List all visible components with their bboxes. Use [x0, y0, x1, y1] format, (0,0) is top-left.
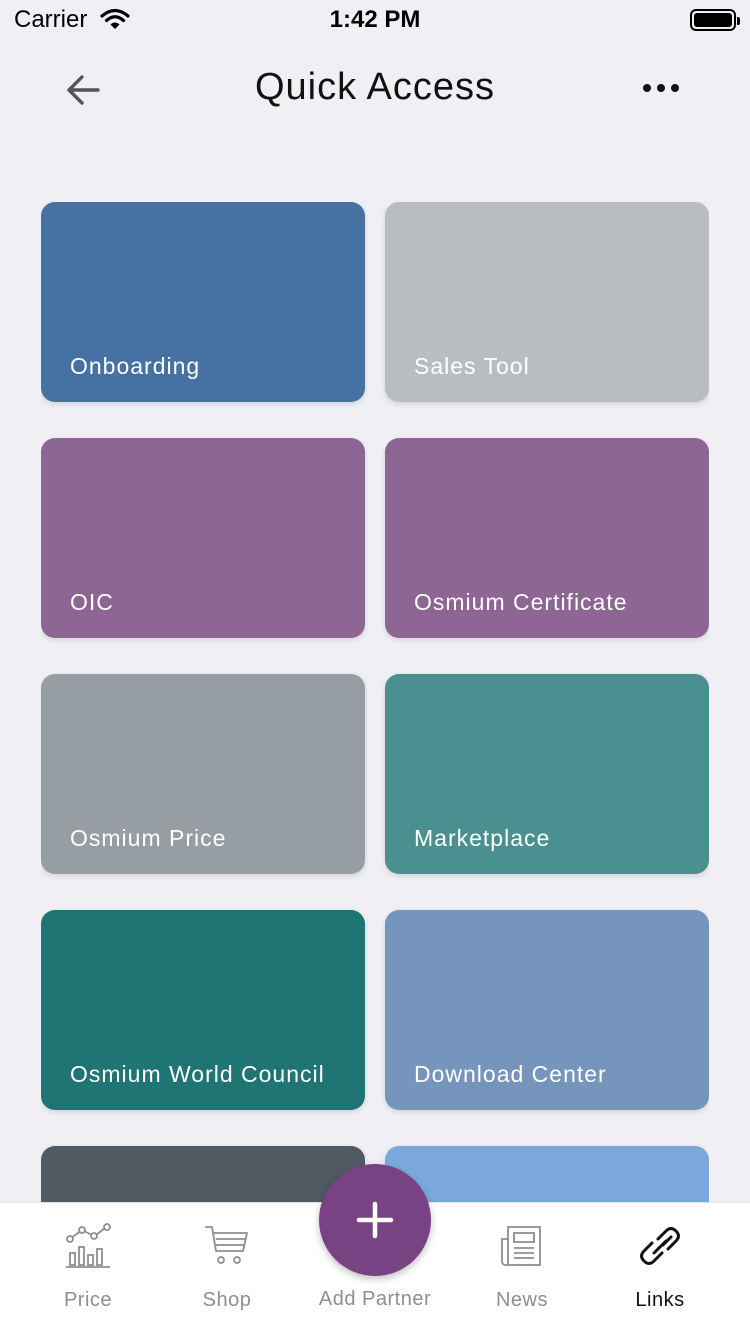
- tile-oic[interactable]: OIC: [41, 438, 365, 638]
- more-horizontal-icon: [643, 84, 679, 92]
- tile-sales-tool[interactable]: Sales Tool: [385, 202, 709, 402]
- tab-shop[interactable]: Shop: [152, 1203, 302, 1334]
- plus-icon: [355, 1200, 395, 1245]
- tab-label-shop: Shop: [202, 1289, 252, 1311]
- quick-access-grid: Onboarding Sales Tool OIC Osmium Certifi…: [41, 202, 709, 1202]
- status-bar: Carrier 1:42 PM: [0, 0, 750, 40]
- more-options-button[interactable]: [638, 76, 684, 100]
- status-time: 1:42 PM: [329, 6, 421, 33]
- tile-download-center[interactable]: Download Center: [385, 910, 709, 1110]
- tile-label: Sales Tool: [414, 353, 530, 379]
- link-icon: [636, 1223, 684, 1274]
- newspaper-icon: [498, 1223, 546, 1274]
- tab-label-price: Price: [63, 1289, 113, 1311]
- tile-partial-right[interactable]: [385, 1146, 709, 1202]
- price-chart-icon: [64, 1223, 112, 1274]
- tab-label-links: Links: [635, 1289, 685, 1311]
- tile-osmium-certificate[interactable]: Osmium Certificate: [385, 438, 709, 638]
- tile-osmium-world-council[interactable]: Osmium World Council: [41, 910, 365, 1110]
- battery-icon: [690, 9, 740, 31]
- tile-label: Osmium World Council: [70, 1061, 325, 1087]
- tile-label: Onboarding: [70, 353, 201, 379]
- tab-label-news: News: [495, 1289, 548, 1311]
- tile-label: Osmium Certificate: [414, 589, 628, 615]
- tile-label: OIC: [70, 589, 114, 615]
- add-partner-button[interactable]: [319, 1164, 431, 1276]
- tile-partial-left[interactable]: [41, 1146, 365, 1202]
- tile-label: Download Center: [414, 1061, 607, 1087]
- tile-onboarding[interactable]: Onboarding: [41, 202, 365, 402]
- tab-news[interactable]: News: [447, 1203, 597, 1334]
- tile-marketplace[interactable]: Marketplace: [385, 674, 709, 874]
- tile-label: Osmium Price: [70, 825, 227, 851]
- tab-links[interactable]: Links: [585, 1203, 735, 1334]
- tile-label: Marketplace: [414, 825, 551, 851]
- cart-icon: [203, 1223, 251, 1274]
- tab-price[interactable]: Price: [13, 1203, 163, 1334]
- tile-osmium-price[interactable]: Osmium Price: [41, 674, 365, 874]
- add-partner-label: Add Partner: [318, 1288, 432, 1310]
- nav-bar: Quick Access: [0, 50, 750, 130]
